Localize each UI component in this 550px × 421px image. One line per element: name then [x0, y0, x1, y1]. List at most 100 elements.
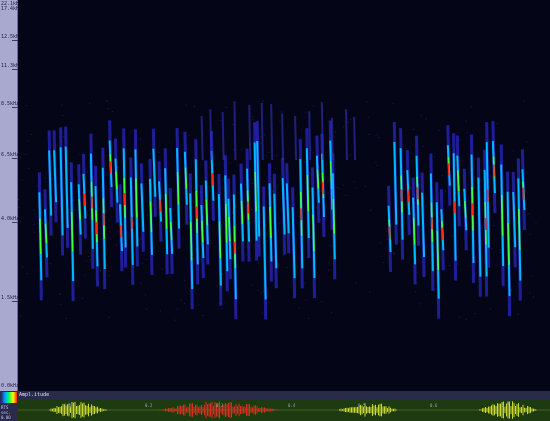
noise-speck	[336, 186, 338, 188]
noise-speck	[184, 279, 186, 281]
noise-speck	[232, 123, 234, 125]
spectral-streak-high	[44, 223, 48, 244]
noise-speck	[61, 104, 63, 106]
spectral-streak-faint	[353, 117, 357, 161]
noise-speck	[260, 291, 262, 293]
spectral-streak-high	[78, 199, 81, 220]
spectral-streak-high	[456, 170, 460, 192]
noise-speck	[258, 262, 260, 264]
noise-speck	[257, 290, 259, 292]
time-tick: 0.1	[64, 403, 72, 408]
time-tick: 0.5	[358, 403, 366, 408]
noise-speck	[442, 175, 444, 177]
noise-speck	[18, 199, 20, 201]
noise-speck	[305, 111, 307, 113]
spectrogram-plot[interactable]	[18, 0, 550, 391]
spectral-streak-high	[228, 216, 231, 242]
spectral-streak-faint	[281, 113, 285, 161]
noise-speck	[18, 207, 20, 209]
noise-speck	[511, 289, 513, 291]
noise-speck	[376, 165, 378, 167]
noise-speck	[345, 194, 347, 196]
noise-speck	[225, 107, 227, 109]
noise-speck	[265, 155, 267, 157]
noise-speck	[329, 245, 331, 247]
noise-speck	[458, 316, 460, 318]
time-tick: 0.4	[288, 403, 296, 408]
spectral-streak-high	[316, 169, 320, 189]
noise-speck	[138, 224, 140, 226]
noise-speck	[309, 172, 311, 174]
noise-speck	[417, 272, 419, 274]
noise-speck	[87, 171, 89, 173]
noise-speck	[197, 304, 199, 306]
noise-speck	[63, 135, 65, 137]
spectral-streak-high	[205, 199, 209, 226]
noise-speck	[88, 255, 90, 257]
noise-speck	[59, 293, 61, 295]
noise-speck	[469, 265, 471, 267]
noise-speck	[353, 181, 355, 183]
noise-speck	[491, 247, 493, 249]
spectral-streak-high	[412, 217, 416, 245]
noise-speck	[415, 291, 417, 293]
noise-speck	[305, 299, 307, 301]
noise-speck	[231, 212, 233, 214]
noise-speck	[89, 102, 91, 104]
noise-speck	[529, 292, 531, 294]
noise-speck	[229, 162, 231, 164]
noise-speck	[89, 259, 91, 261]
noise-speck	[30, 133, 32, 135]
noise-speck	[382, 262, 384, 264]
noise-speck	[422, 145, 424, 147]
noise-speck	[493, 225, 495, 227]
spectral-streak-faint	[308, 111, 312, 161]
noise-speck	[365, 186, 367, 188]
time-tick: 0.3	[216, 403, 224, 408]
noise-speck	[50, 263, 52, 265]
noise-speck	[367, 116, 369, 118]
noise-speck	[147, 214, 149, 216]
noise-speck	[108, 316, 110, 318]
noise-speck	[403, 170, 405, 172]
noise-speck	[419, 303, 421, 305]
spectral-streak-high	[218, 221, 222, 259]
noise-speck	[349, 154, 351, 156]
noise-speck	[278, 223, 280, 225]
noise-speck	[111, 111, 113, 113]
noise-speck	[517, 313, 519, 315]
noise-speck	[523, 100, 525, 102]
noise-speck	[115, 244, 117, 246]
noise-speck	[180, 299, 182, 301]
noise-speck	[251, 182, 253, 184]
frequency-axis: 22.1kHz 17.4kHz 12.5kHz 11.3kHz 8.5kHz 6…	[0, 0, 22, 421]
noise-speck	[145, 308, 147, 310]
freq-label: 0.0kHz	[1, 383, 20, 389]
noise-speck	[355, 282, 357, 284]
noise-speck	[251, 209, 253, 211]
noise-speck	[108, 275, 110, 277]
noise-speck	[380, 242, 382, 244]
spectral-streak-high	[149, 201, 153, 233]
noise-speck	[21, 179, 23, 181]
time-readout-line: 0.00	[1, 415, 11, 420]
noise-speck	[279, 120, 281, 122]
noise-speck	[347, 121, 349, 123]
noise-speck	[531, 275, 533, 277]
noise-speck	[176, 308, 178, 310]
spectral-streak-high	[518, 209, 521, 250]
noise-speck	[246, 254, 248, 256]
noise-speck	[45, 181, 47, 183]
spectral-streak-faint	[200, 115, 204, 161]
noise-speck	[188, 135, 190, 137]
noise-speck	[106, 100, 108, 102]
noise-speck	[328, 269, 330, 271]
noise-speck	[399, 240, 401, 242]
spectral-streak-high	[184, 167, 188, 189]
noise-speck	[370, 209, 372, 211]
noise-speck	[33, 209, 35, 211]
spectral-streak-faint	[209, 109, 213, 161]
noise-speck	[99, 270, 101, 272]
noise-speck	[74, 209, 76, 211]
waveform-overview[interactable]: 0.1 0.2 0.3 0.4 0.5 0.6 0.7	[18, 399, 550, 421]
